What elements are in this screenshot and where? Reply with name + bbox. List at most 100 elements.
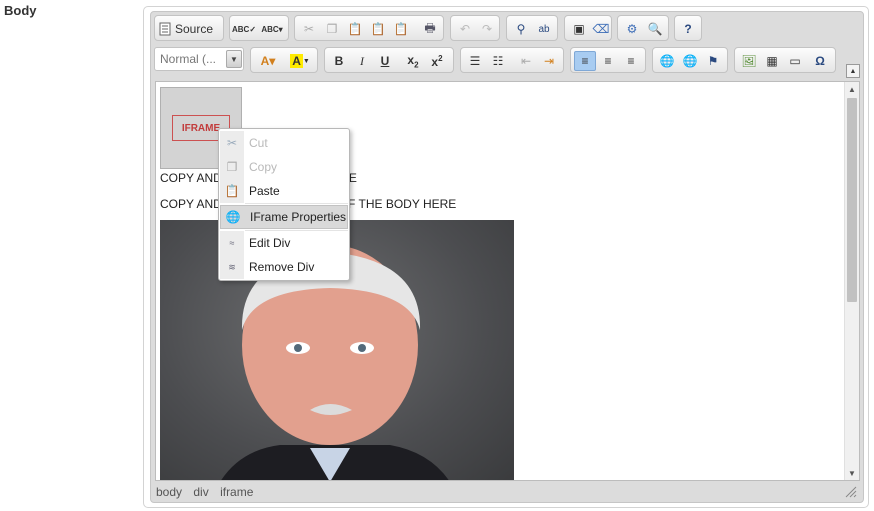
outdent-icon: ⇤ xyxy=(520,54,532,68)
paste-text-button[interactable]: 📋 xyxy=(367,19,389,39)
spell-as-you-type-icon: ABC▾ xyxy=(261,24,283,34)
unlink-icon: 🌐 xyxy=(682,54,698,68)
paste-icon: 📋 xyxy=(220,179,244,203)
menu-item-iframe-properties[interactable]: 🌐 IFrame Properties xyxy=(220,205,348,229)
triangle-up-icon: ▲ xyxy=(849,67,857,75)
menu-item-copy-label: Copy xyxy=(249,160,278,174)
scroll-up-arrow[interactable]: ▲ xyxy=(845,82,859,96)
source-group: Source xyxy=(154,15,224,41)
align-center-icon: ≡ xyxy=(604,54,612,68)
toolbar-collapse-button[interactable]: ▲ xyxy=(846,64,860,78)
unlink-button[interactable]: 🌐 xyxy=(679,51,701,71)
numbered-list-button[interactable]: ☰ xyxy=(464,51,486,71)
scroll-thumb[interactable] xyxy=(847,98,857,302)
scissors-icon: ✂ xyxy=(303,22,315,36)
special-char-button[interactable]: Ω xyxy=(809,51,831,71)
menu-item-remove-div[interactable]: ≋ Remove Div xyxy=(220,255,348,279)
horizontal-rule-icon: ▭ xyxy=(789,54,801,68)
bold-icon: B xyxy=(334,54,344,68)
indent-button[interactable]: ⇥ xyxy=(538,51,560,71)
select-all-icon: ▣ xyxy=(573,22,585,36)
help-group: ? xyxy=(674,15,702,41)
spellcheck-as-you-type-button[interactable]: ABC▾ xyxy=(258,19,286,39)
iframe-globe-icon: 🌐 xyxy=(225,210,241,224)
bg-color-button[interactable]: A ▼ xyxy=(286,51,314,71)
spellcheck-group: ABC✓ ABC▾ xyxy=(229,15,289,41)
find-button[interactable]: ⚲ xyxy=(510,19,532,39)
show-blocks-button[interactable]: ⚙ xyxy=(621,19,643,39)
bulleted-list-button[interactable]: ☷ xyxy=(487,51,509,71)
menu-item-copy[interactable]: ❐ Copy xyxy=(220,155,348,179)
align-group: ≡ ≡ ≡ xyxy=(570,47,646,73)
vertical-scrollbar[interactable]: ▲ ▼ xyxy=(844,82,859,480)
link-button[interactable]: 🌐 xyxy=(656,51,678,71)
anchor-button[interactable]: ⚑ xyxy=(702,51,724,71)
copy-icon: ❐ xyxy=(326,22,338,36)
undo-icon: ↶ xyxy=(459,22,471,36)
scissors-icon: ✂ xyxy=(220,131,244,155)
numbered-list-icon: ☰ xyxy=(469,54,481,68)
cut-button[interactable]: ✂ xyxy=(298,19,320,39)
resize-grip-icon[interactable] xyxy=(845,486,857,498)
italic-icon: I xyxy=(360,53,364,68)
link-group: 🌐 🌐 ⚑ xyxy=(652,47,728,73)
source-label: Source xyxy=(175,22,214,36)
replace-button[interactable]: ab xyxy=(533,19,555,39)
bold-button[interactable]: B xyxy=(328,51,350,71)
image-button[interactable]: 🖼 xyxy=(738,51,760,71)
remove-format-button[interactable]: ⌫ xyxy=(590,19,612,39)
clipboard-group: ✂ ❐ 📋 📋 📋 🖶 xyxy=(294,15,444,41)
redo-button[interactable]: ↷ xyxy=(476,19,498,39)
binoculars-icon: ⚲ xyxy=(516,22,526,36)
omega-icon: Ω xyxy=(815,54,825,68)
text-color-button[interactable]: A▾ xyxy=(254,51,282,71)
paste-button[interactable]: 📋 xyxy=(344,19,366,39)
path-item-body[interactable]: body xyxy=(156,485,182,499)
format-combo[interactable]: Normal (... ▼ xyxy=(154,47,244,71)
print-button[interactable]: 🖶 xyxy=(419,19,441,39)
globe-link-icon: 🌐 xyxy=(659,54,675,68)
table-icon: ▦ xyxy=(766,54,778,68)
align-right-button[interactable]: ≡ xyxy=(620,51,642,71)
outdent-button[interactable]: ⇤ xyxy=(515,51,537,71)
align-left-button[interactable]: ≡ xyxy=(574,51,596,71)
chevron-down-icon: ▼ xyxy=(302,57,310,65)
remove-div-icon: ≋ xyxy=(220,255,244,279)
paste-word-button[interactable]: 📋 xyxy=(390,19,412,39)
table-button[interactable]: ▦ xyxy=(761,51,783,71)
source-icon xyxy=(159,22,171,36)
preview-button[interactable]: 🔍 xyxy=(644,19,666,39)
list-group: ☰ ☷ ⇤ ⇥ xyxy=(460,47,564,73)
underline-button[interactable]: U xyxy=(374,51,396,71)
menu-item-remove-div-label: Remove Div xyxy=(249,260,315,274)
about-button[interactable]: ? xyxy=(677,19,699,39)
format-combo-arrow[interactable]: ▼ xyxy=(226,50,242,68)
scroll-down-arrow[interactable]: ▼ xyxy=(845,466,859,480)
color-group: A▾ A ▼ xyxy=(250,47,318,73)
superscript-icon: x2 xyxy=(431,53,443,69)
align-left-icon: ≡ xyxy=(581,54,589,68)
menu-item-edit-div[interactable]: ≈ Edit Div xyxy=(220,231,348,255)
indent-icon: ⇥ xyxy=(543,54,555,68)
path-item-div[interactable]: div xyxy=(193,485,208,499)
copy-button[interactable]: ❐ xyxy=(321,19,343,39)
spellcheck-button[interactable]: ABC✓ xyxy=(231,19,257,39)
paste-text-icon: 📋 xyxy=(370,22,386,36)
select-group: ▣ ⌫ xyxy=(564,15,612,41)
menu-item-paste-label: Paste xyxy=(249,184,280,198)
spellcheck-icon: ABC✓ xyxy=(231,24,257,34)
text-color-icon: A▾ xyxy=(260,54,276,68)
align-center-button[interactable]: ≡ xyxy=(597,51,619,71)
select-all-button[interactable]: ▣ xyxy=(568,19,590,39)
horizontal-rule-button[interactable]: ▭ xyxy=(784,51,806,71)
italic-button[interactable]: I xyxy=(351,51,373,71)
source-button[interactable]: Source xyxy=(159,19,221,39)
menu-item-cut[interactable]: ✂ Cut xyxy=(220,131,348,155)
basic-style-group: B I U x2 x2 xyxy=(324,47,454,73)
help-icon: ? xyxy=(684,22,692,36)
path-item-iframe[interactable]: iframe xyxy=(220,485,253,499)
menu-item-paste[interactable]: 📋 Paste xyxy=(220,179,348,203)
subscript-button[interactable]: x2 xyxy=(402,51,424,71)
undo-button[interactable]: ↶ xyxy=(454,19,476,39)
superscript-button[interactable]: x2 xyxy=(426,51,448,71)
